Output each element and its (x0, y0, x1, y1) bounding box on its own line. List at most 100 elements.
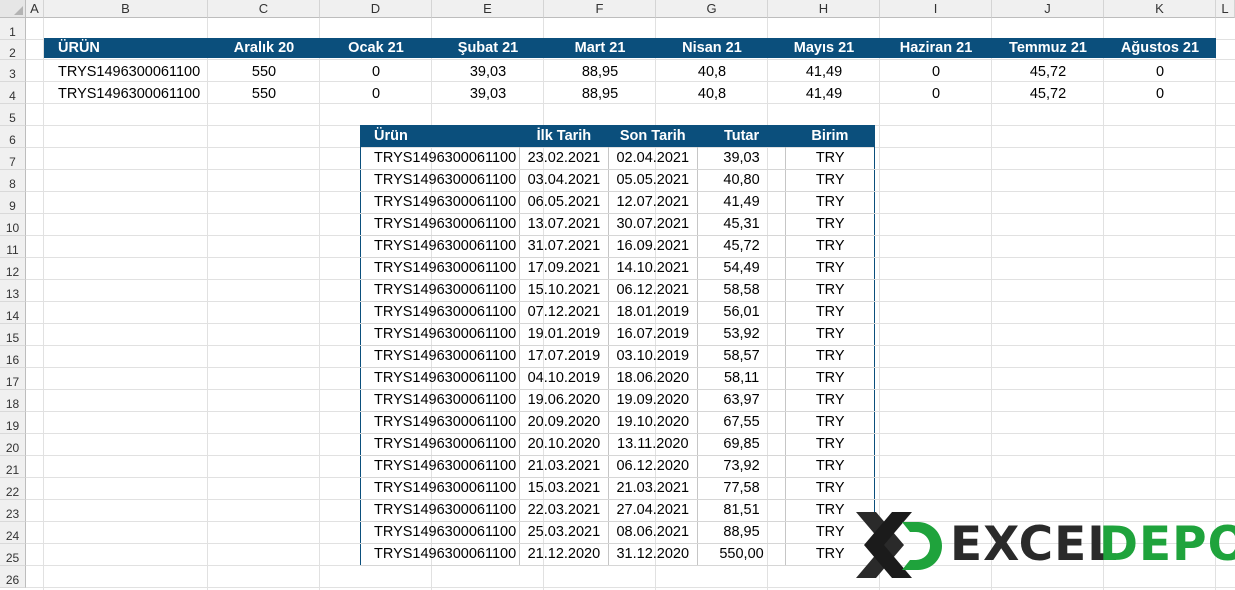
table-cell[interactable]: 25.03.2021 (519, 521, 609, 544)
table-cell[interactable]: TRY (785, 191, 875, 214)
top-header-haziran-21[interactable]: Haziran 21 (880, 38, 992, 58)
row-header-12[interactable]: 12 (0, 258, 26, 280)
column-header-d[interactable]: D (320, 0, 432, 18)
row-header-3[interactable]: 3 (0, 60, 26, 82)
table-cell[interactable]: TRYS1496300061100 (360, 169, 520, 192)
table-cell[interactable]: TRY (785, 213, 875, 236)
top-cell[interactable]: 0 (320, 61, 432, 83)
row-header-13[interactable]: 13 (0, 280, 26, 302)
table-cell[interactable]: 18.06.2020 (608, 367, 698, 390)
column-header-c[interactable]: C (208, 0, 320, 18)
table-cell[interactable]: 39,03 (697, 147, 787, 170)
top-cell[interactable]: 0 (1104, 61, 1216, 83)
table-cell[interactable]: 08.06.2021 (608, 521, 698, 544)
row-header-22[interactable]: 22 (0, 478, 26, 500)
header-birim[interactable]: Birim (785, 125, 875, 147)
table-cell[interactable]: 12.07.2021 (608, 191, 698, 214)
top-header-agustos-21[interactable]: Ağustos 21 (1104, 38, 1216, 58)
table-cell[interactable]: TRY (785, 235, 875, 258)
top-cell[interactable]: 41,49 (768, 61, 880, 83)
table-cell[interactable]: 22.03.2021 (519, 499, 609, 522)
column-header-g[interactable]: G (656, 0, 768, 18)
table-cell[interactable]: TRYS1496300061100 (360, 433, 520, 456)
table-cell[interactable]: TRY (785, 345, 875, 368)
header-son-tarih[interactable]: Son Tarih (608, 125, 698, 147)
column-header-j[interactable]: J (992, 0, 1104, 18)
table-cell[interactable]: 31.12.2020 (608, 543, 698, 566)
table-cell[interactable]: TRYS1496300061100 (360, 477, 520, 500)
table-cell[interactable]: TRYS1496300061100 (360, 147, 520, 170)
table-cell[interactable]: TRYS1496300061100 (360, 213, 520, 236)
row-header-20[interactable]: 20 (0, 434, 26, 456)
table-cell[interactable]: TRY (785, 477, 875, 500)
table-cell[interactable]: 21.03.2021 (608, 477, 698, 500)
table-cell[interactable]: TRY (785, 323, 875, 346)
table-cell[interactable]: 20.09.2020 (519, 411, 609, 434)
table-cell[interactable]: 02.04.2021 (608, 147, 698, 170)
top-cell[interactable]: 0 (880, 83, 992, 105)
table-cell[interactable]: 13.11.2020 (608, 433, 698, 456)
table-cell[interactable]: 13.07.2021 (519, 213, 609, 236)
table-cell[interactable]: 07.12.2021 (519, 301, 609, 324)
row-header-2[interactable]: 2 (0, 40, 26, 60)
table-cell[interactable]: TRY (785, 147, 875, 170)
row-header-14[interactable]: 14 (0, 302, 26, 324)
table-cell[interactable]: 19.01.2019 (519, 323, 609, 346)
top-cell[interactable]: 550 (208, 61, 320, 83)
row-header-19[interactable]: 19 (0, 412, 26, 434)
table-cell[interactable]: 58,11 (697, 367, 787, 390)
table-cell[interactable]: 15.10.2021 (519, 279, 609, 302)
table-cell[interactable]: 41,49 (697, 191, 787, 214)
top-header-ocak-21[interactable]: Ocak 21 (320, 38, 432, 58)
column-header-h[interactable]: H (768, 0, 880, 18)
top-cell[interactable]: 40,8 (656, 61, 768, 83)
table-cell[interactable]: 16.09.2021 (608, 235, 698, 258)
table-cell[interactable]: 550,00 (697, 543, 787, 566)
row-header-8[interactable]: 8 (0, 170, 26, 192)
table-cell[interactable]: 77,58 (697, 477, 787, 500)
row-header-24[interactable]: 24 (0, 522, 26, 544)
table-cell[interactable]: TRYS1496300061100 (360, 323, 520, 346)
table-cell[interactable]: 31.07.2021 (519, 235, 609, 258)
table-cell[interactable]: TRY (785, 279, 875, 302)
top-header-mayis-21[interactable]: Mayıs 21 (768, 38, 880, 58)
table-cell[interactable]: TRY (785, 433, 875, 456)
table-cell[interactable]: 06.12.2020 (608, 455, 698, 478)
table-cell[interactable]: 58,57 (697, 345, 787, 368)
table-cell[interactable]: 21.03.2021 (519, 455, 609, 478)
top-cell[interactable]: 39,03 (432, 83, 544, 105)
top-header-subat-21[interactable]: Şubat 21 (432, 38, 544, 58)
row-header-4[interactable]: 4 (0, 82, 26, 104)
table-cell[interactable]: TRYS1496300061100 (360, 521, 520, 544)
table-cell[interactable]: 40,80 (697, 169, 787, 192)
table-cell[interactable]: 14.10.2021 (608, 257, 698, 280)
top-cell[interactable]: 40,8 (656, 83, 768, 105)
select-all-button[interactable] (0, 0, 26, 18)
table-cell[interactable]: TRYS1496300061100 (360, 543, 520, 566)
table-cell[interactable]: 04.10.2019 (519, 367, 609, 390)
row-header-16[interactable]: 16 (0, 346, 26, 368)
table-cell[interactable]: 20.10.2020 (519, 433, 609, 456)
table-cell[interactable]: 45,72 (697, 235, 787, 258)
table-cell[interactable]: 19.06.2020 (519, 389, 609, 412)
table-cell[interactable]: 18.01.2019 (608, 301, 698, 324)
table-cell[interactable]: 30.07.2021 (608, 213, 698, 236)
table-cell[interactable]: TRYS1496300061100 (360, 411, 520, 434)
table-cell[interactable]: TRYS1496300061100 (360, 279, 520, 302)
header-tutar[interactable]: Tutar (697, 125, 786, 147)
row-header-6[interactable]: 6 (0, 126, 26, 148)
table-cell[interactable]: 56,01 (697, 301, 787, 324)
row-header-9[interactable]: 9 (0, 192, 26, 214)
table-cell[interactable]: TRY (785, 301, 875, 324)
table-cell[interactable]: 67,55 (697, 411, 787, 434)
table-cell[interactable]: 73,92 (697, 455, 787, 478)
table-cell[interactable]: TRYS1496300061100 (360, 235, 520, 258)
row-header-7[interactable]: 7 (0, 148, 26, 170)
table-cell[interactable]: TRYS1496300061100 (360, 455, 520, 478)
top-cell[interactable]: 550 (208, 83, 320, 105)
table-cell[interactable]: 06.05.2021 (519, 191, 609, 214)
row-header-17[interactable]: 17 (0, 368, 26, 390)
table-cell[interactable]: 19.10.2020 (608, 411, 698, 434)
table-cell[interactable]: 03.04.2021 (519, 169, 609, 192)
table-cell[interactable]: TRYS1496300061100 (360, 389, 520, 412)
